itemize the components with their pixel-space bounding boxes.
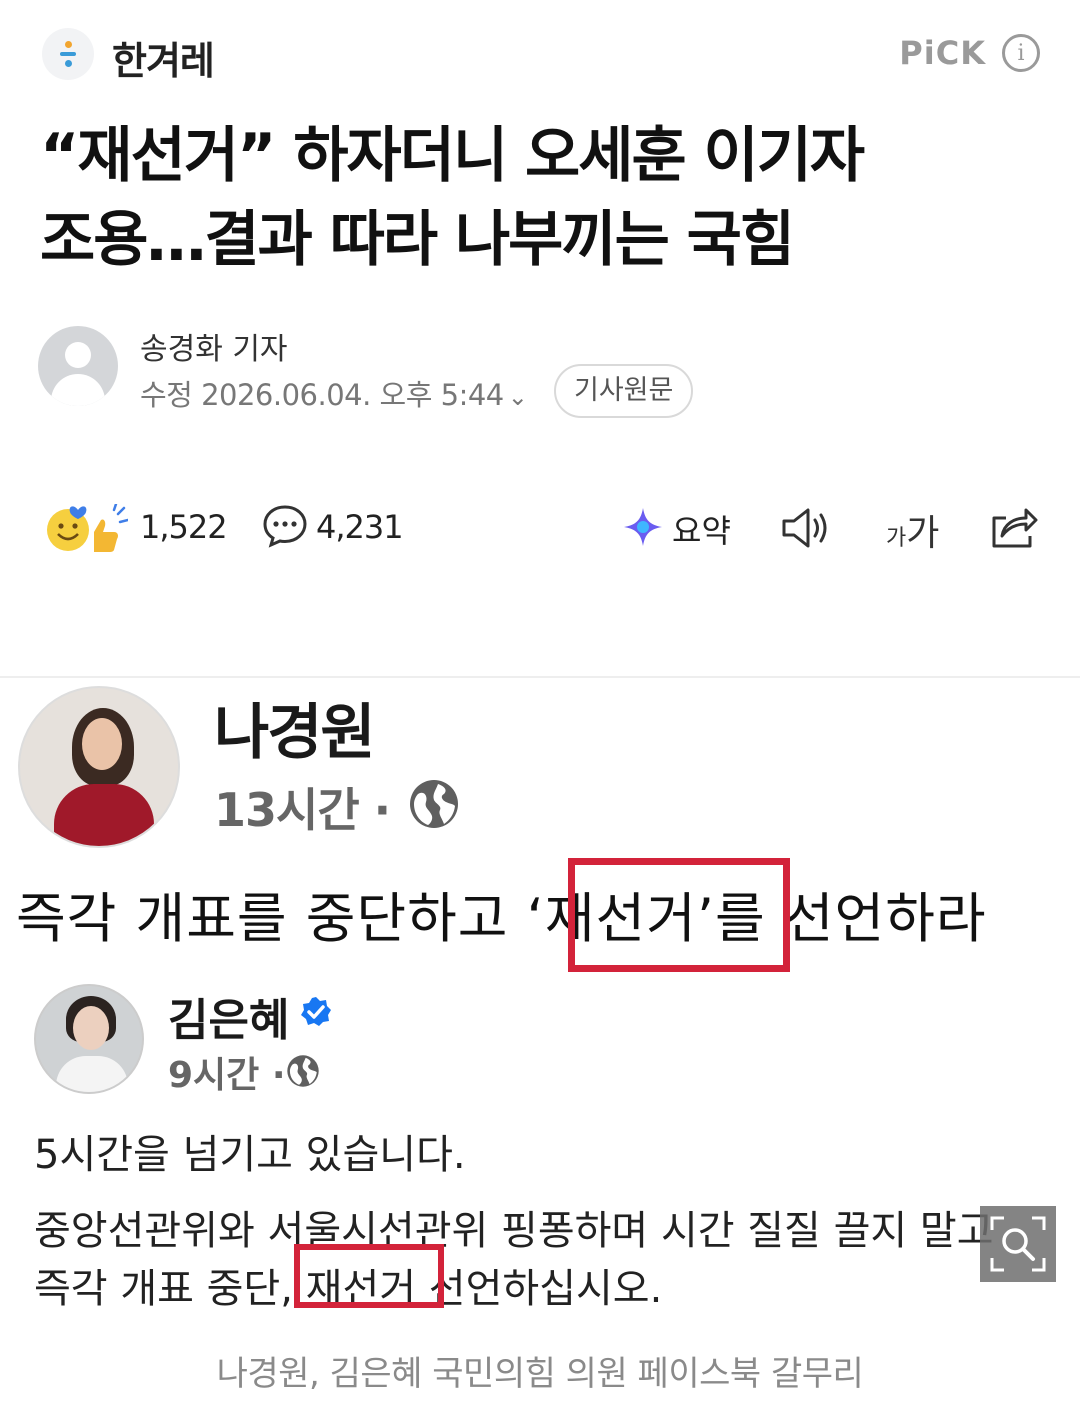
original-article-button[interactable]: 기사원문 [554,364,694,418]
summary-button[interactable]: 요약 [672,506,731,552]
post2-author-name: 김은혜 [168,995,290,1046]
press-header: 한겨레 PiCK i [40,26,1040,85]
ai-summary-icon[interactable] [622,506,664,548]
post2-text-line-1: 5시간을 넘기고 있습니다. [34,1132,466,1178]
article-headline: “재선거” 하자더니 오세훈 이기자 조용…결과 따라 나부끼는 국힘 [40,114,1040,282]
reaction-emoji-icon[interactable] [44,504,128,554]
press-name[interactable]: 한겨레 [112,30,215,85]
post1-avatar [18,686,180,848]
reporter-avatar[interactable] [38,326,118,406]
article-action-bar: 1,522 4,231 요약 가가 [44,494,1044,564]
globe-icon [410,780,458,828]
font-size-big-label: 가 [906,513,940,554]
font-size-button[interactable]: 가가 [886,504,939,556]
article-photo[interactable]: 나경원 13시간 · 즉각 개표를 중단하고 ‘재선거’를 선언하라 김은혜 9… [0,676,1080,1316]
post2-line3-after: 선언하십시오. [416,1266,663,1312]
post1-text-before: 즉각 개표를 중단하고 [16,887,527,950]
comment-count[interactable]: 4,231 [316,508,404,546]
post1-author-name: 나경원 [214,698,376,768]
pick-badge: PiCK [899,34,986,72]
photo-caption: 나경원, 김은혜 국민의힘 의원 페이스북 갈무리 [216,1354,864,1394]
chevron-down-icon[interactable]: ⌄ [508,383,528,411]
headline-line-1: “재선거” 하자더니 오세훈 이기자 [40,121,865,191]
highlight-box [294,1244,444,1308]
modified-date-text: 수정 2026.06.04. 오후 5:44 [140,378,504,412]
post2-text-line-2: 중앙선관위와 서울시선관위 핑퐁하며 시간 질질 끌지 말고 [34,1208,994,1254]
post1-time: 13시간 · [214,783,391,837]
modified-date[interactable]: 수정 2026.06.04. 오후 5:44 ⌄ [140,372,528,414]
post2-avatar [34,984,144,1094]
post2-time: 9시간 · [168,1055,286,1096]
reporter-name[interactable]: 송경화 기자 [140,324,288,368]
speaker-icon[interactable] [780,506,832,550]
globe-icon [287,1055,319,1087]
reaction-count[interactable]: 1,522 [140,508,228,546]
share-icon[interactable] [988,504,1038,550]
zoom-icon[interactable] [980,1206,1056,1282]
highlight-box [568,858,790,972]
byline: 송경화 기자 수정 2026.06.04. 오후 5:44 ⌄ 기사원문 [38,324,1038,424]
font-size-small-label: 가 [886,526,907,551]
post1-text: 즉각 개표를 중단하고 ‘재선거’를 선언하라 [16,874,987,953]
headline-line-2: 조용…결과 따라 나부끼는 국힘 [40,205,795,275]
comment-icon[interactable] [262,504,308,548]
post2-line3-before: 즉각 개표 중단, [34,1266,306,1312]
press-logo-icon[interactable] [42,28,94,80]
info-icon[interactable]: i [1002,34,1040,72]
verified-badge-icon [301,997,331,1026]
